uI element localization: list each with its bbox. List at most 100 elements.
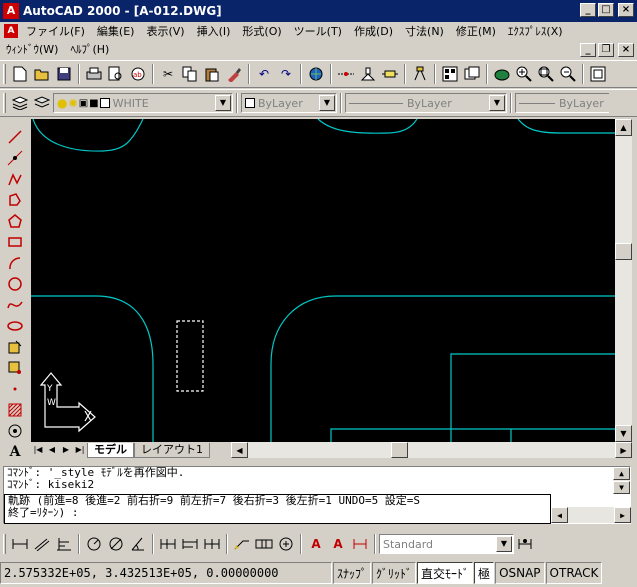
scroll-right-icon[interactable]: ▶ bbox=[614, 507, 631, 523]
doc-restore-button[interactable]: ❐ bbox=[598, 43, 614, 57]
tab-model[interactable]: モデル bbox=[87, 442, 134, 458]
menu-dimension[interactable]: 寸法(N) bbox=[399, 23, 450, 39]
diameter-dim-icon[interactable] bbox=[105, 533, 127, 555]
scroll-thumb[interactable] bbox=[615, 243, 632, 260]
mtext-icon[interactable] bbox=[4, 420, 26, 441]
chevron-down-icon[interactable]: ▼ bbox=[489, 95, 505, 111]
tolerance-icon[interactable] bbox=[253, 533, 275, 555]
leader-icon[interactable] bbox=[231, 533, 253, 555]
ordinate-dim-icon[interactable] bbox=[53, 533, 75, 555]
doc-minimize-button[interactable]: _ bbox=[580, 43, 596, 57]
first-tab-icon[interactable]: |◀ bbox=[31, 443, 45, 457]
polygon-icon[interactable] bbox=[4, 189, 26, 210]
save-icon[interactable] bbox=[53, 63, 75, 85]
copy-icon[interactable] bbox=[179, 63, 201, 85]
distance-icon[interactable] bbox=[379, 63, 401, 85]
preview-icon[interactable] bbox=[105, 63, 127, 85]
scroll-right-icon[interactable]: ▶ bbox=[615, 442, 632, 458]
menu-help[interactable]: ﾍﾙﾌﾟ(H) bbox=[64, 41, 115, 57]
layers-icon[interactable] bbox=[31, 92, 53, 114]
print-icon[interactable] bbox=[83, 63, 105, 85]
text-icon[interactable]: A bbox=[4, 441, 26, 462]
toolbar-grip[interactable] bbox=[3, 93, 6, 113]
cut-icon[interactable]: ✂ bbox=[157, 63, 179, 85]
document-icon[interactable]: A bbox=[4, 24, 18, 38]
next-tab-icon[interactable]: ▶ bbox=[59, 443, 73, 457]
ortho-toggle[interactable]: 直交ﾓｰﾄﾞ bbox=[417, 562, 474, 584]
polyline-icon[interactable] bbox=[4, 168, 26, 189]
angular-dim-icon[interactable] bbox=[127, 533, 149, 555]
menu-view[interactable]: 表示(V) bbox=[140, 23, 190, 39]
dim-edit-icon[interactable]: A bbox=[305, 533, 327, 555]
construction-line-icon[interactable] bbox=[4, 147, 26, 168]
tracking-icon[interactable] bbox=[335, 63, 357, 85]
maximize-button[interactable]: □ bbox=[598, 3, 614, 17]
scroll-down-icon[interactable]: ▼ bbox=[615, 425, 632, 442]
dim-style-dropdown[interactable]: Standard ▼ bbox=[379, 534, 514, 554]
last-tab-icon[interactable]: ▶| bbox=[73, 443, 87, 457]
lineweight-dropdown[interactable]: ByLayer bbox=[515, 93, 609, 113]
menu-express[interactable]: ｴｸｽﾌﾟﾚｽ(X) bbox=[502, 23, 569, 39]
paste-icon[interactable] bbox=[201, 63, 223, 85]
spline-icon[interactable] bbox=[4, 273, 26, 294]
horizontal-scrollbar[interactable]: ◀ ▶ bbox=[231, 442, 632, 458]
otrack-toggle[interactable]: OTRACK bbox=[545, 562, 603, 584]
insert-block-icon[interactable] bbox=[4, 315, 26, 336]
tab-layout1[interactable]: レイアウト1 bbox=[134, 442, 210, 458]
properties-icon[interactable] bbox=[409, 63, 431, 85]
command-window[interactable]: ｺﾏﾝﾄﾞ: '_style ﾓﾃﾞﾙを再作図中. ｺﾏﾝﾄﾞ: kiseki2… bbox=[3, 466, 631, 524]
vertical-scrollbar[interactable]: ▲ ▼ bbox=[615, 119, 632, 442]
menu-edit[interactable]: 編集(E) bbox=[91, 23, 141, 39]
arc-icon[interactable] bbox=[4, 231, 26, 252]
pan-icon[interactable] bbox=[491, 63, 513, 85]
snap-toggle[interactable]: ｽﾅｯﾌﾟ bbox=[333, 562, 372, 584]
zoom-previous-icon[interactable] bbox=[557, 63, 579, 85]
undo-icon[interactable]: ↶ bbox=[253, 63, 275, 85]
chevron-down-icon[interactable]: ▼ bbox=[496, 536, 512, 552]
line-icon[interactable] bbox=[4, 126, 26, 147]
baseline-dim-icon[interactable] bbox=[179, 533, 201, 555]
toolbar-grip[interactable] bbox=[3, 534, 6, 554]
circle-icon[interactable] bbox=[4, 252, 26, 273]
linear-dim-icon[interactable] bbox=[9, 533, 31, 555]
prev-tab-icon[interactable]: ◀ bbox=[45, 443, 59, 457]
osnap-toggle[interactable]: OSNAP bbox=[495, 562, 545, 584]
open-icon[interactable] bbox=[31, 63, 53, 85]
region-icon[interactable] bbox=[4, 399, 26, 420]
dim-update-icon[interactable] bbox=[349, 533, 371, 555]
quick-dim-icon[interactable] bbox=[157, 533, 179, 555]
hatch-icon[interactable] bbox=[4, 378, 26, 399]
linetype-dropdown[interactable]: ByLayer ▼ bbox=[345, 93, 507, 113]
command-scrollbar[interactable]: ▲ ▼ bbox=[613, 467, 630, 494]
grid-toggle[interactable]: ｸﾞﾘｯﾄﾞ bbox=[372, 562, 417, 584]
menu-format[interactable]: 形式(O) bbox=[236, 23, 287, 39]
dim-text-edit-icon[interactable]: A bbox=[327, 533, 349, 555]
polar-toggle[interactable]: 極 bbox=[474, 562, 495, 584]
doc-close-button[interactable]: × bbox=[618, 43, 634, 57]
aerial-icon[interactable] bbox=[587, 63, 609, 85]
designcenter-icon[interactable] bbox=[439, 63, 461, 85]
menu-file[interactable]: ファイル(F) bbox=[20, 23, 91, 39]
make-block-icon[interactable] bbox=[4, 336, 26, 357]
zoom-window-icon[interactable] bbox=[535, 63, 557, 85]
close-button[interactable]: × bbox=[618, 3, 634, 17]
color-dropdown[interactable]: ByLayer ▼ bbox=[241, 93, 337, 113]
minimize-button[interactable]: _ bbox=[580, 3, 596, 17]
radius-dim-icon[interactable] bbox=[83, 533, 105, 555]
ellipse-icon[interactable] bbox=[4, 294, 26, 315]
chevron-down-icon[interactable]: ▼ bbox=[319, 95, 335, 111]
hyperlink-icon[interactable] bbox=[305, 63, 327, 85]
chevron-down-icon[interactable]: ▼ bbox=[215, 95, 231, 111]
rectangle-icon[interactable] bbox=[4, 210, 26, 231]
command-input[interactable]: 軌跡 (前進=8 後進=2 前右折=9 前左折=7 後右折=3 後左折=1 UN… bbox=[4, 494, 551, 524]
ucs-icon[interactable] bbox=[357, 63, 379, 85]
scroll-up-icon[interactable]: ▲ bbox=[613, 467, 630, 480]
drawing-canvas[interactable]: Y W bbox=[31, 119, 615, 442]
matchprop-icon[interactable] bbox=[223, 63, 245, 85]
zoom-realtime-icon[interactable] bbox=[513, 63, 535, 85]
spell-icon[interactable]: ab bbox=[127, 63, 149, 85]
scroll-left-icon[interactable]: ◀ bbox=[231, 442, 248, 458]
center-mark-icon[interactable] bbox=[275, 533, 297, 555]
toolbar-grip[interactable] bbox=[3, 64, 6, 84]
layer-dropdown[interactable]: ● ✺ ▣ ■ WHITE ▼ bbox=[53, 93, 233, 113]
